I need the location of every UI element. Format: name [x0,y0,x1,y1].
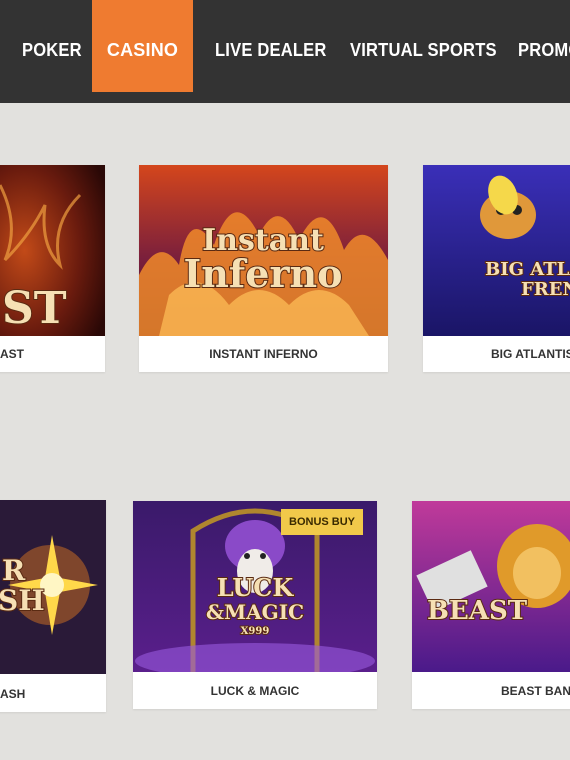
game-logo-text: ST [2,283,67,334]
game-thumbnail: R SH [0,500,106,674]
game-card-big-atlantis-frenzy[interactable]: BIG ATLA FREN BIG ATLANTIS F [423,165,570,372]
game-title: ASH [0,687,26,701]
game-title: BEAST BAND [501,684,570,698]
game-logo-text: FREN [521,279,570,300]
game-logo-text: Inferno [184,251,343,296]
game-logo-text: SH [0,584,45,617]
game-logo-text: X999 [241,626,270,637]
game-title: AST [0,347,24,361]
game-card-star-clash-partial[interactable]: R SH ASH [0,500,106,712]
nav-tab-promotions[interactable]: PROMO [518,0,570,92]
game-card-beast-band[interactable]: BEAST BEAST BAND [412,501,570,709]
nav-tab-poker[interactable]: POKER [22,0,82,92]
bonus-buy-badge: BONUS BUY [281,509,364,535]
game-thumbnail: BIG ATLA FREN [423,165,570,336]
game-card-instant-inferno[interactable]: Instant Inferno INSTANT INFERNO [139,165,388,372]
game-logo-text: BEAST [427,596,528,626]
game-thumbnail: BEAST [412,501,570,672]
game-title: BIG ATLANTIS F [491,347,570,361]
game-logo-text: R [2,554,26,587]
game-title: LUCK & MAGIC [210,684,300,698]
game-logo-text: LUCK [217,573,295,602]
nav-tab-virtual-sports[interactable]: VIRTUAL SPORTS [350,0,497,92]
nav-tab-live-dealer[interactable]: LIVE DEALER [215,0,327,92]
game-logo-text: BIG ATLA [485,259,570,280]
nav-tab-casino[interactable]: CASINO [92,0,193,92]
game-card-luck-and-magic[interactable]: LUCK &MAGIC X999 BONUS BUY LUCK & MAGIC [133,501,377,709]
game-thumbnail: Instant Inferno [139,165,388,336]
game-card-beast-partial[interactable]: ST AST [0,165,105,372]
game-thumbnail: ST [0,165,105,336]
game-title: INSTANT INFERNO [209,347,318,361]
game-logo-text: &MAGIC [206,600,304,624]
top-navigation: POKER CASINO LIVE DEALER VIRTUAL SPORTS … [0,0,570,103]
